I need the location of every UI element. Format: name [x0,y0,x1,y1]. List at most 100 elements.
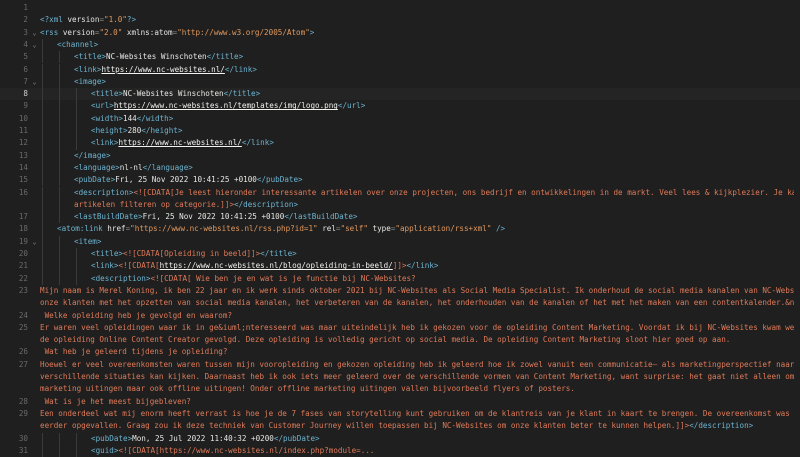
indent-guide [59,198,60,212]
code-line[interactable]: 6 <link>https://www.nc-websites.nl/</link… [0,63,800,76]
code-line[interactable]: 19 ⌄ <item> [0,235,800,248]
code-line[interactable]: 8 <title>NC-Websites Winschoten</title> [0,88,800,101]
code-content: <url>https://www.nc-websites.nl/template… [91,100,794,112]
code-line[interactable]: 14 <language>nl-nl</language> [0,161,800,175]
code-line[interactable]: marketing uitingen maar ook offline uiti… [0,383,800,395]
code-line[interactable]: 9 <url>https://www.nc-websites.nl/templat… [0,100,800,113]
line-number: 31 [18,445,28,455]
cdata-text: <![CDATA[ [118,261,160,271]
code-content: <lastBuildDate>Fri, 25 Nov 2022 10:41:25… [74,211,794,223]
fold-chevron-icon[interactable]: ⌄ [31,76,38,88]
code-line[interactable]: 18 <atom:link href="https://www.nc-websit… [0,223,800,236]
attribute-value: "1.0" [104,15,127,25]
fold-chevron-icon[interactable]: ⌄ [31,27,38,39]
code-line[interactable]: 2 <?xml version="1.0"?> [0,14,800,26]
fold-chevron-icon[interactable]: ⌄ [31,39,38,51]
text-node: Mon, 25 Jul 2022 11:40:32 +0200 [132,433,274,443]
code-line[interactable]: eerder opgevallen. Graag zou ik deze tec… [0,420,800,432]
indent-guide [59,174,60,187]
xml-tag: <item> [74,236,102,246]
indent-guide [59,444,60,457]
code-line[interactable]: 30 <pubDate>Mon, 25 Jul 2022 11:40:32 +02… [0,432,800,445]
code-line[interactable]: 23 Mijn naam is Merel Koning, ik ben 22 j… [0,285,800,297]
indent-guide [42,211,43,224]
line-number: 1 [23,3,28,12]
text-node: Fri, 25 Nov 2022 10:41:25 +0100 [142,212,285,222]
code-line[interactable]: 20 <title><![CDATA[Opleiding in beeld]]><… [0,248,800,261]
url-link[interactable]: https://www.nc-websites.nl/blog/opleidin… [160,261,393,270]
xml-tag: </language> [142,162,193,172]
cdata-text: Wat is je het meest bijgebleven? [40,396,191,406]
indent-guide [42,235,43,248]
indent-guide [59,88,60,101]
code-line[interactable]: 21 <link><![CDATA[https://www.nc-websites… [0,260,800,273]
xml-tag: <url> [91,101,114,111]
xml-tag: </lastBuildDate> [284,212,358,222]
xml-tag: <title> [91,249,124,258]
code-editor[interactable]: 1 2 <?xml version="1.0"?> 3 ⌄ <rss version="2… [0,0,800,457]
indent-guide [42,174,43,187]
cdata-text: Wat heb je geleerd tijdens je opleiding? [40,347,228,357]
xml-tag: > [309,27,315,37]
code-content: <title><![CDATA[Opleiding in beeld]]></t… [91,248,794,260]
xml-tag: </description> [234,199,299,209]
code-line[interactable]: 25 Er waren veel opleidingen waar ik in g… [0,322,800,334]
code-line[interactable]: 17 <lastBuildDate>Fri, 25 Nov 2022 10:41:… [0,211,800,224]
code-line[interactable]: 22 <description><![CDATA[ Wie ben je en w… [0,272,800,285]
code-content: <?xml version="1.0"?> [40,14,794,26]
code-content: Mijn naam is Merel Koning, ik ben 22 jaa… [40,285,794,297]
code-line[interactable]: 15 <pubDate>Fri, 25 Nov 2022 10:41:25 +01… [0,174,800,187]
text-node: 144 [123,113,137,123]
code-line[interactable]: 5 <title>NC-Websites Winschoten</title> [0,51,800,64]
cdata-text: <![CDATA[https://www.nc-websites.nl/inde… [118,445,375,455]
indent-guide [59,149,60,162]
code-line[interactable]: onze klanten met het opzetten van social… [0,297,800,309]
code-content: <link><![CDATA[https://www.nc-websites.n… [91,260,794,272]
code-line[interactable]: 16 <description><![CDATA[Je leest hierond… [0,186,800,199]
indent-guide [76,260,77,273]
code-content: eerder opgevallen. Graag zou ik deze tec… [40,420,794,432]
xml-tag: <link> [74,64,102,74]
code-line[interactable]: 7 ⌄ <image> [0,75,800,89]
code-content: <atom:link href="https://www.nc-websites… [57,223,794,235]
fold-chevron-icon[interactable]: ⌄ [31,236,38,248]
code-line[interactable]: 4 ⌄ <channel> [0,38,800,52]
line-number: 30 [18,433,28,443]
code-content: Er waren veel opleidingen waar ik in ge&… [40,322,794,334]
code-line[interactable]: 11 <height>280</height> [0,125,800,138]
code-line[interactable]: 13 </image> [0,149,800,162]
code-line[interactable]: 24 Welke opleiding heb je gevolgd en waa… [0,310,800,322]
url-link[interactable]: https://www.nc-websites.nl/ [101,65,224,74]
indent-guide [42,100,43,113]
indent-guide [42,63,43,76]
code-line[interactable]: 27 Hoewel er veel overeenkomsten waren tu… [0,359,800,371]
line-number: 4 [23,39,28,49]
code-line[interactable]: 3 ⌄ <rss version="2.0" xmlns:atom="http://… [0,27,800,39]
url-link[interactable]: https://www.nc-websites.nl/templates/img… [114,101,338,110]
text-node: NC-Websites Winschoten [123,89,224,99]
code-content: </image> [74,150,794,162]
code-line[interactable]: 28 Wat is je het meest bijgebleven? [0,396,800,408]
indent-guide [42,51,43,64]
xml-tag: </link> [224,64,257,74]
indent-guide [59,161,60,175]
code-line[interactable]: artikelen filteren op categorie.]]></des… [0,198,800,212]
attribute-name: rel [322,224,336,234]
code-line[interactable]: 12 <link>https://www.nc-websites.nl/</lin… [0,137,800,150]
code-line[interactable]: 26 Wat heb je geleerd tijdens je opleidi… [0,346,800,358]
code-line[interactable]: 1 [0,2,800,14]
xml-tag: <channel> [57,39,99,49]
code-line[interactable]: verschillende situaties kan kijken. Daar… [0,371,800,383]
code-line[interactable]: de opleiding Online Content Creator gevo… [0,334,800,346]
indent-guide [59,63,60,76]
code-line[interactable]: 29 Een onderdeel wat mij enorm heeft verr… [0,408,800,420]
code-content: <language>nl-nl</language> [74,162,794,174]
code-line[interactable]: 31 <guid><![CDATA[https://www.nc-websites… [0,444,800,457]
code-line[interactable]: 10 <width>144</width> [0,112,800,125]
indent-guide [59,125,60,138]
indent-guide [76,444,77,457]
url-link[interactable]: https://www.nc-websites.nl/ [118,138,241,147]
code-content: Wat is je het meest bijgebleven? [40,396,794,408]
indent-guide [59,272,60,285]
cdata-text: Hoewel er veel overeenkomsten waren tuss… [40,359,794,369]
